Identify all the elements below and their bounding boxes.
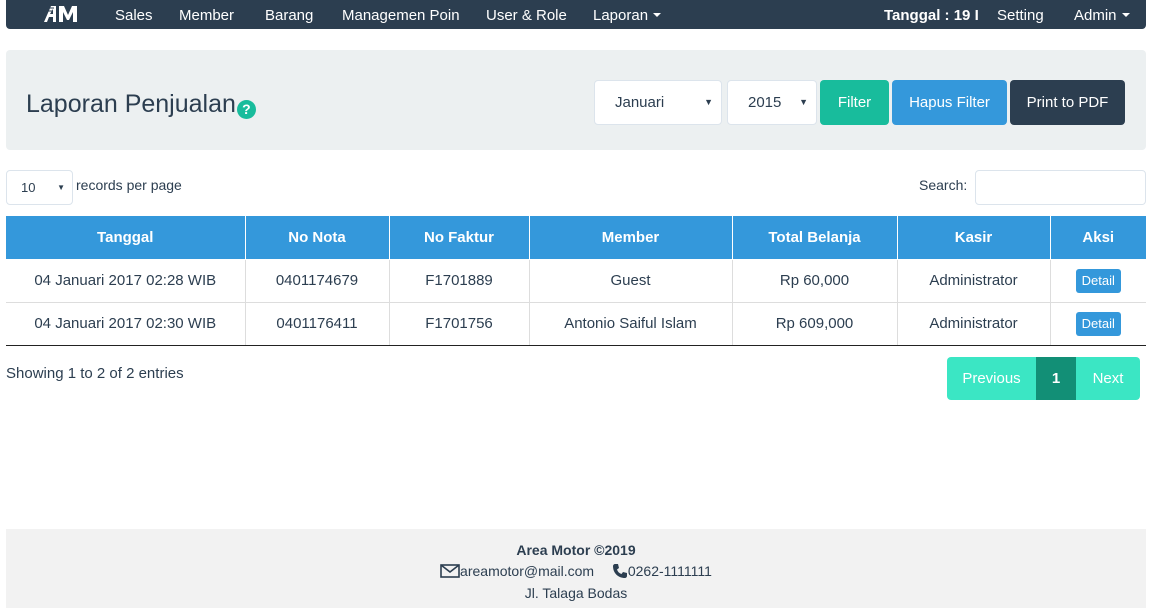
nav-barang[interactable]: Barang xyxy=(265,0,313,29)
page-length-label: records per page xyxy=(76,177,182,193)
footer-address: Jl. Talaga Bodas xyxy=(524,585,628,601)
cell-no-nota: 0401176411 xyxy=(244,301,390,346)
dropdown-arrow-icon: ▼ xyxy=(704,97,713,107)
cell-aksi: Detail xyxy=(1049,301,1146,346)
footer-phone: 0262-1111111 xyxy=(627,563,712,579)
nav-admin-dropdown[interactable]: Admin xyxy=(1074,0,1130,29)
nav-laporan-label: Laporan xyxy=(593,7,649,24)
cell-tanggal: 04 Januari 2017 02:28 WIB xyxy=(6,258,246,303)
month-select-value: Januari xyxy=(615,94,665,111)
previous-page-button[interactable]: Previous xyxy=(947,357,1036,400)
column-header-no-faktur[interactable]: No Faktur xyxy=(388,216,530,260)
top-navbar: Sales Member Barang Managemen Poin User … xyxy=(6,0,1146,29)
cell-tanggal: 04 Januari 2017 02:30 WIB xyxy=(6,301,246,346)
column-header-member[interactable]: Member xyxy=(528,216,733,260)
nav-setting[interactable]: Setting xyxy=(997,0,1044,29)
column-header-kasir[interactable]: Kasir xyxy=(896,216,1051,260)
envelope-icon xyxy=(440,564,460,578)
table-row: 04 Januari 2017 02:30 WIB 0401176411 F17… xyxy=(6,301,1146,346)
page-length-select[interactable]: 10 ▼ xyxy=(6,170,73,205)
column-header-no-nota[interactable]: No Nota xyxy=(244,216,390,260)
report-header-panel: Laporan Penjualan? Januari ▼ 2015 ▼ Filt… xyxy=(6,50,1146,150)
sales-report-table: Tanggal No Nota No Faktur Member Total B… xyxy=(6,216,1146,346)
year-select[interactable]: 2015 ▼ xyxy=(727,80,817,125)
cell-no-nota: 0401174679 xyxy=(244,258,390,303)
column-header-total-belanja[interactable]: Total Belanja xyxy=(731,216,898,260)
page-length-value: 10 xyxy=(21,180,36,195)
print-pdf-button[interactable]: Print to PDF xyxy=(1010,80,1125,125)
year-select-value: 2015 xyxy=(748,94,782,111)
month-select[interactable]: Januari ▼ xyxy=(594,80,722,125)
next-page-button[interactable]: Next xyxy=(1076,357,1140,400)
cell-aksi: Detail xyxy=(1049,258,1146,303)
detail-button[interactable]: Detail xyxy=(1075,268,1121,293)
clear-filter-button[interactable]: Hapus Filter xyxy=(892,80,1007,125)
dropdown-arrow-icon: ▼ xyxy=(57,183,65,192)
pagination: Previous 1 Next xyxy=(947,357,1140,400)
page-1-button[interactable]: 1 xyxy=(1036,357,1076,400)
nav-laporan-dropdown[interactable]: Laporan xyxy=(593,0,662,29)
nav-admin-label: Admin xyxy=(1074,7,1117,24)
footer: Area Motor ©2019 areamotor@mail.com 0262… xyxy=(6,529,1146,608)
cell-no-faktur: F1701756 xyxy=(388,301,530,346)
caret-down-icon xyxy=(653,13,662,18)
footer-email[interactable]: areamotor@mail.com xyxy=(460,563,594,579)
nav-date: Tanggal : 19 I xyxy=(884,7,979,24)
table-info: Showing 1 to 2 of 2 entries xyxy=(6,365,184,382)
dropdown-arrow-icon: ▼ xyxy=(799,97,808,107)
detail-button[interactable]: Detail xyxy=(1075,311,1121,336)
footer-company: Area Motor ©2019 xyxy=(516,542,636,558)
cell-member: Guest xyxy=(528,258,733,303)
footer-contact: areamotor@mail.com 0262-1111111 xyxy=(6,563,1146,579)
question-circle-icon[interactable]: ? xyxy=(236,100,256,119)
nav-sales[interactable]: Sales xyxy=(115,0,153,29)
nav-member[interactable]: Member xyxy=(179,0,234,29)
column-header-tanggal[interactable]: Tanggal xyxy=(6,216,246,260)
cell-kasir: Administrator xyxy=(896,301,1051,346)
cell-kasir: Administrator xyxy=(896,258,1051,303)
table-row: 04 Januari 2017 02:28 WIB 0401174679 F17… xyxy=(6,258,1146,303)
filter-button[interactable]: Filter xyxy=(820,80,889,125)
nav-managemen-poin[interactable]: Managemen Poin xyxy=(342,0,460,29)
cell-member: Antonio Saiful Islam xyxy=(528,301,733,346)
brand-logo[interactable] xyxy=(42,4,92,24)
cell-total-belanja: Rp 609,000 xyxy=(731,301,898,346)
nav-user-role[interactable]: User & Role xyxy=(486,0,567,29)
page-title: Laporan Penjualan? xyxy=(26,90,256,119)
cell-no-faktur: F1701889 xyxy=(388,258,530,303)
column-header-aksi: Aksi xyxy=(1049,216,1146,260)
phone-icon xyxy=(612,564,627,578)
page-title-text: Laporan Penjualan xyxy=(26,90,236,118)
cell-total-belanja: Rp 60,000 xyxy=(731,258,898,303)
caret-down-icon xyxy=(1121,13,1130,18)
table-header-row: Tanggal No Nota No Faktur Member Total B… xyxy=(6,216,1146,260)
search-label: Search: xyxy=(919,177,968,193)
search-input[interactable] xyxy=(975,170,1146,205)
